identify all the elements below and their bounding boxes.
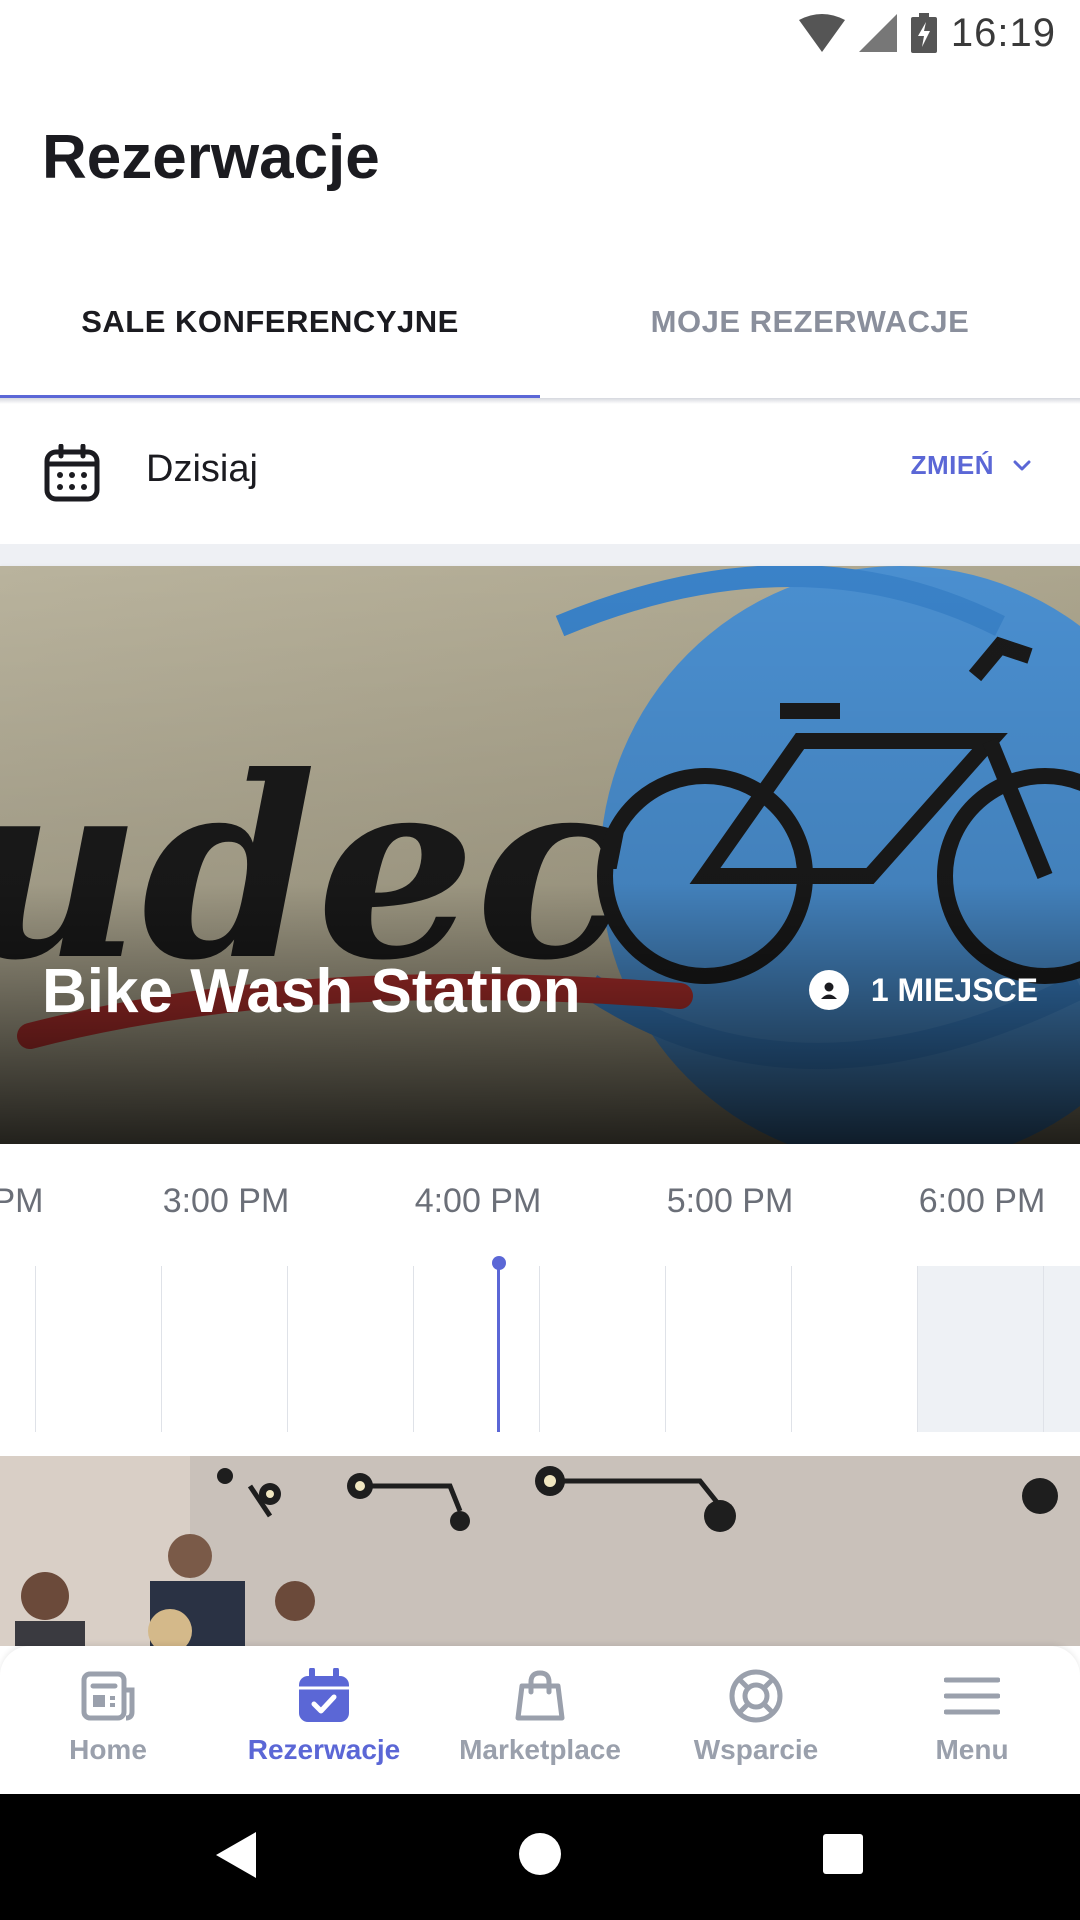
nav-home[interactable]: Home xyxy=(0,1646,216,1794)
tab-bar: SALE KONFERENCYJNE MOJE REZERWACJE xyxy=(0,244,1080,400)
nav-reservations[interactable]: Rezerwacje xyxy=(216,1646,432,1794)
room-capacity: 1 MIEJSCE xyxy=(808,970,1038,1010)
timeline-label: 6:00 PM xyxy=(918,1182,1046,1220)
nav-label: Home xyxy=(69,1734,147,1765)
gridline xyxy=(791,1266,792,1432)
availability-timeline[interactable]: PM 3:00 PM 4:00 PM 5:00 PM 6:00 PM xyxy=(0,1144,1080,1456)
news-icon xyxy=(81,1671,135,1721)
change-date-label: ZMIEŃ xyxy=(910,450,994,480)
gridline xyxy=(539,1266,540,1432)
timeline-label: 4:00 PM xyxy=(414,1182,542,1220)
chevron-down-icon xyxy=(1013,460,1031,470)
calendar-check-icon xyxy=(299,1668,349,1722)
tab-label: MOJE REZERWACJE xyxy=(650,304,970,339)
current-time-indicator xyxy=(497,1260,500,1432)
gridline xyxy=(665,1266,666,1432)
room-photo-illustration xyxy=(0,1456,1080,1646)
date-selector: Dzisiaj ZMIEŃ xyxy=(0,404,1080,544)
gridline xyxy=(917,1266,918,1432)
timeline-label: PM xyxy=(0,1182,44,1220)
recents-icon[interactable] xyxy=(823,1834,863,1874)
nav-label: Rezerwacje xyxy=(247,1734,401,1765)
nav-label: Wsparcie xyxy=(693,1734,819,1765)
nav-menu[interactable]: Menu xyxy=(864,1646,1080,1794)
tab-my-reservations[interactable]: MOJE REZERWACJE xyxy=(540,244,1080,400)
nav-label: Menu xyxy=(935,1734,1009,1765)
status-bar: 16:19 xyxy=(0,0,1080,64)
home-circle-icon[interactable] xyxy=(518,1832,562,1876)
section-separator xyxy=(0,544,1080,566)
room-photo-illustration: udec xyxy=(0,566,1080,1144)
selected-date: Dzisiaj xyxy=(146,448,258,490)
timeline-labels: PM 3:00 PM 4:00 PM 5:00 PM 6:00 PM xyxy=(0,1144,1080,1264)
page-title: Rezerwacje xyxy=(42,123,380,192)
gridline xyxy=(287,1266,288,1432)
gridline xyxy=(413,1266,414,1432)
nav-label: Marketplace xyxy=(459,1734,621,1765)
menu-icon xyxy=(944,1677,1000,1715)
nav-support[interactable]: Wsparcie xyxy=(648,1646,864,1794)
change-date-button[interactable]: ZMIEŃ xyxy=(911,450,1032,481)
clock: 16:19 xyxy=(950,10,1056,55)
room-card-2[interactable] xyxy=(0,1456,1080,1646)
system-navigation-bar xyxy=(0,1794,1080,1920)
timeline-grid xyxy=(0,1256,1080,1432)
room-photo[interactable]: udec Bike Wash Station 1 MIEJSCE xyxy=(0,566,1080,1144)
shopping-bag-icon xyxy=(515,1670,565,1721)
back-icon[interactable] xyxy=(214,1830,258,1880)
wifi-icon xyxy=(798,14,845,52)
unavailable-slot xyxy=(917,1266,1080,1432)
nav-marketplace[interactable]: Marketplace xyxy=(432,1646,648,1794)
lifebuoy-icon xyxy=(729,1669,783,1723)
bottom-navigation: Home Rezerwacje Marketplace Wsparcie Men… xyxy=(0,1646,1080,1794)
calendar-icon xyxy=(44,444,100,502)
room-card[interactable]: udec Bike Wash Station 1 MIEJSCE PM 3:00… xyxy=(0,566,1080,1456)
battery-icon xyxy=(910,13,937,53)
current-time-dot xyxy=(492,1256,506,1270)
gridline xyxy=(35,1266,36,1432)
tab-label: SALE KONFERENCYJNE xyxy=(81,304,459,339)
signal-icon xyxy=(858,14,897,52)
app-bar: Rezerwacje xyxy=(0,64,1080,244)
timeline-label: 3:00 PM xyxy=(162,1182,290,1220)
room-name: Bike Wash Station xyxy=(42,957,581,1026)
gridline xyxy=(1043,1266,1044,1432)
capacity-label: 1 MIEJSCE xyxy=(870,971,1038,1008)
gridline xyxy=(161,1266,162,1432)
tab-conference-rooms[interactable]: SALE KONFERENCYJNE xyxy=(0,244,540,400)
person-icon xyxy=(808,970,849,1010)
timeline-label: 5:00 PM xyxy=(666,1182,794,1220)
